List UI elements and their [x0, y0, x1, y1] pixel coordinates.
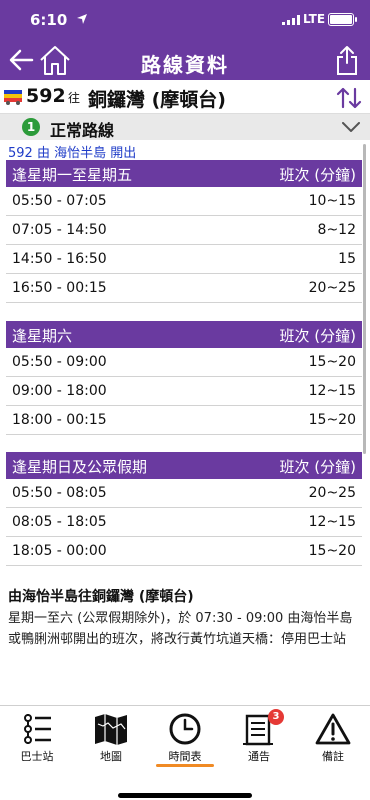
row-time: 18:05 - 00:00 — [12, 543, 107, 559]
section-unit: 班次 (分鐘) — [279, 166, 356, 184]
table-row: 14:50 - 16:50 15 — [6, 245, 362, 274]
nav-bar: 路線資料 — [0, 40, 370, 80]
table-row: 16:50 - 00:15 20~25 — [6, 274, 362, 303]
route-to-label: 往 — [68, 91, 81, 105]
timetable-section-weekday: 逢星期一至星期五 班次 (分鐘) 05:50 - 07:05 10~15 07:… — [6, 160, 362, 303]
row-frequency: 8~12 — [317, 222, 356, 238]
tab-label: 備註 — [322, 750, 344, 763]
table-row: 18:00 - 00:15 15~20 — [6, 406, 362, 435]
row-time: 14:50 - 16:50 — [12, 251, 107, 267]
table-row: 18:05 - 00:00 15~20 — [6, 537, 362, 566]
route-destination: 銅鑼灣 (摩頓台) — [88, 89, 226, 111]
tab-timetable[interactable]: 時間表 — [148, 706, 222, 768]
row-time: 18:00 - 00:15 — [12, 412, 107, 428]
warning-icon — [315, 713, 351, 745]
row-frequency: 20~25 — [308, 485, 356, 501]
variant-label: 正常路線 — [50, 121, 115, 140]
bus-icon — [4, 90, 22, 105]
departure-label: 592 由 海怡半島 開出 — [8, 146, 137, 161]
share-icon[interactable] — [336, 44, 358, 76]
tab-label: 時間表 — [168, 750, 202, 763]
active-tab-indicator — [156, 764, 214, 767]
variant-number: 1 — [22, 118, 40, 136]
notice-count-badge: 3 — [268, 709, 284, 725]
table-row: 07:05 - 14:50 8~12 — [6, 216, 362, 245]
section-unit: 班次 (分鐘) — [279, 458, 356, 476]
network-type: LTE — [303, 12, 326, 26]
page-title: 路線資料 — [141, 53, 229, 77]
section-title: 逢星期一至星期五 — [12, 166, 133, 184]
row-time: 05:50 - 07:05 — [12, 193, 107, 209]
timetable-content[interactable]: 592 由 海怡半島 開出 逢星期一至星期五 班次 (分鐘) 05:50 - 0… — [0, 140, 370, 705]
row-frequency: 12~15 — [308, 514, 356, 530]
status-time: 6:10 — [30, 11, 68, 29]
route-number: 592 — [26, 85, 66, 107]
section-title: 逢星期六 — [12, 327, 73, 345]
table-row: 05:50 - 09:00 15~20 — [6, 348, 362, 377]
row-frequency: 10~15 — [308, 193, 356, 209]
home-indicator[interactable] — [118, 793, 252, 798]
map-icon — [95, 714, 127, 745]
row-time: 09:00 - 18:00 — [12, 383, 107, 399]
row-time: 05:50 - 08:05 — [12, 485, 107, 501]
bus-stop-list-icon — [24, 714, 51, 744]
section-unit: 班次 (分鐘) — [279, 327, 356, 345]
tab-label: 巴士站 — [20, 750, 54, 763]
clock-icon — [169, 713, 201, 745]
note-title: 由海怡半島往銅鑼灣 (摩頓台) — [8, 589, 194, 605]
row-time: 05:50 - 09:00 — [12, 354, 107, 370]
row-frequency: 15 — [338, 251, 356, 267]
route-header: 592 往 銅鑼灣 (摩頓台) — [0, 80, 370, 114]
tab-map[interactable]: 地圖 — [74, 706, 148, 768]
scrollbar[interactable] — [363, 144, 366, 454]
tab-label: 通告 — [248, 750, 270, 763]
tab-label: 地圖 — [100, 750, 122, 763]
table-row: 05:50 - 08:05 20~25 — [6, 479, 362, 508]
table-row: 08:05 - 18:05 12~15 — [6, 508, 362, 537]
section-header: 逢星期一至星期五 班次 (分鐘) — [6, 160, 362, 187]
row-frequency: 15~20 — [308, 354, 356, 370]
tab-bus-stops[interactable]: 巴士站 — [0, 706, 74, 768]
row-frequency: 12~15 — [308, 383, 356, 399]
timetable-section-saturday: 逢星期六 班次 (分鐘) 05:50 - 09:00 15~20 09:00 -… — [6, 321, 362, 435]
note-body: 星期一至六 (公眾假期除外)，於 07:30 - 09:00 由海怡半島或鴨脷洲… — [8, 611, 353, 647]
tab-remarks[interactable]: 備註 — [296, 706, 370, 768]
status-bar: 6:10 LTE — [0, 0, 370, 40]
signal-icon — [282, 15, 300, 25]
route-variant-selector[interactable]: 1 正常路線 — [0, 114, 370, 140]
section-header: 逢星期日及公眾假期 班次 (分鐘) — [6, 452, 362, 479]
section-title: 逢星期日及公眾假期 — [12, 458, 148, 476]
location-arrow-icon — [77, 14, 87, 24]
row-time: 08:05 - 18:05 — [12, 514, 107, 530]
chevron-down-icon[interactable] — [342, 122, 360, 132]
timetable-section-holiday: 逢星期日及公眾假期 班次 (分鐘) 05:50 - 08:05 20~25 08… — [6, 452, 362, 566]
row-frequency: 15~20 — [308, 412, 356, 428]
row-frequency: 15~20 — [308, 543, 356, 559]
row-frequency: 20~25 — [308, 280, 356, 296]
battery-icon — [328, 13, 357, 26]
table-row: 05:50 - 07:05 10~15 — [6, 187, 362, 216]
row-time: 07:05 - 14:50 — [12, 222, 107, 238]
section-header: 逢星期六 班次 (分鐘) — [6, 321, 362, 348]
swap-direction-icon[interactable] — [336, 86, 362, 110]
table-row: 09:00 - 18:00 12~15 — [6, 377, 362, 406]
tab-bar: 巴士站 地圖 時間表 3 通告 備註 — [0, 705, 370, 800]
row-time: 16:50 - 00:15 — [12, 280, 107, 296]
tab-notices[interactable]: 3 通告 — [222, 706, 296, 768]
